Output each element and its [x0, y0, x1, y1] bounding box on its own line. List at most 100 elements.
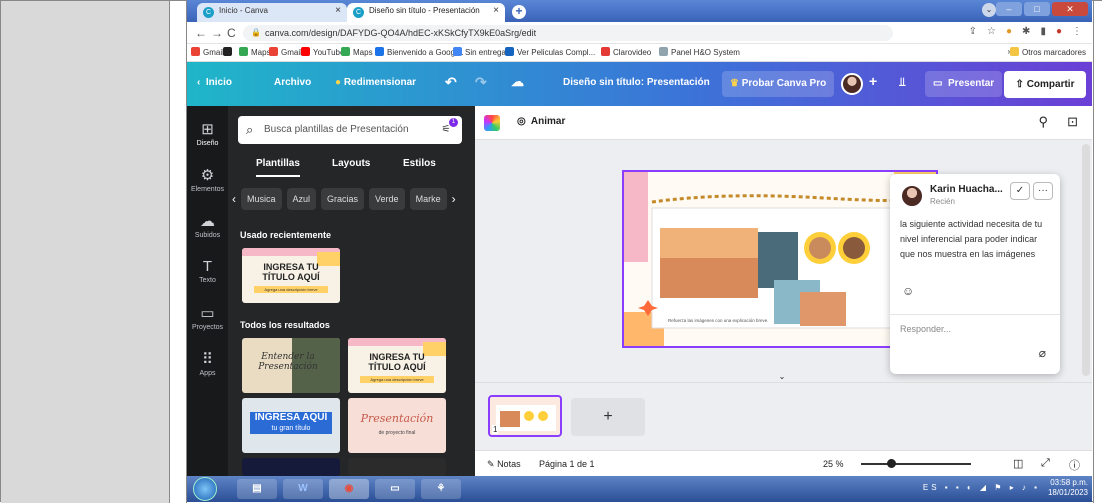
send-reply-icon[interactable]: ⌀ [1039, 346, 1046, 360]
template-thumbnail[interactable]: Entender la Presentación [242, 338, 340, 393]
try-pro-button[interactable]: ♛ Probar Canva Pro [722, 71, 835, 97]
clock[interactable]: 03:58 p.m. 18/01/2023 [1048, 478, 1088, 498]
document-title[interactable]: Diseño sin título: Presentación [563, 77, 710, 88]
bookmark-item[interactable]: Clarovideo [601, 47, 651, 57]
chevron-left-icon[interactable]: ‹ [232, 188, 236, 214]
language-indicator[interactable]: ES [923, 483, 940, 492]
side-nav-texto[interactable]: T Texto [187, 258, 228, 284]
resize-button[interactable]: ● Redimensionar [335, 77, 416, 88]
chevron-down-icon[interactable]: ⌄ [775, 372, 789, 382]
minimize-button[interactable]: – [996, 2, 1022, 16]
zoom-percent[interactable]: 25 % [823, 459, 844, 469]
file-explorer-icon[interactable]: ▤ [237, 479, 277, 499]
color-palette-icon[interactable] [484, 115, 500, 131]
resolve-check-icon[interactable]: ✓ [1010, 182, 1030, 200]
help-icon[interactable]: ⓘ [1069, 457, 1080, 473]
chip-marke[interactable]: Marke [409, 188, 447, 210]
bookmark-item[interactable]: Bienvenido a Googl... [375, 47, 464, 57]
url-field[interactable]: 🔒 canva.com/design/DAFYDG-QO4A/hdEC-xKSk… [243, 25, 893, 41]
menu-kebab-icon[interactable]: ⋮ [1072, 26, 1082, 37]
zoom-slider-track[interactable] [861, 463, 971, 465]
back-arrow-icon[interactable]: ← [195, 26, 207, 40]
redo-icon[interactable]: ↷ [475, 74, 487, 91]
template-thumbnail[interactable] [242, 458, 340, 476]
bookmark-item[interactable]: Gmail [269, 47, 302, 57]
chip-verde[interactable]: Verde [369, 188, 405, 210]
add-page-button[interactable]: + [571, 398, 645, 436]
tab-diseno[interactable]: C Diseño sin título - Presentación × [347, 3, 505, 22]
page-indicator[interactable]: Página 1 de 1 [539, 459, 595, 469]
bookmark-item[interactable]: Ver Peliculas Compl... [505, 47, 595, 57]
add-collaborator-button[interactable]: + [869, 73, 877, 89]
paint-format-icon[interactable]: ⚲ [1038, 114, 1048, 130]
file-menu[interactable]: Archivo [274, 77, 311, 88]
template-thumbnail[interactable]: Presentación de proyecto final [348, 398, 446, 453]
side-nav-subidos[interactable]: ☁ Subidos [187, 212, 228, 239]
screen-icon[interactable]: ▭ [375, 479, 415, 499]
reload-icon[interactable]: C [227, 26, 236, 40]
close-window-button[interactable]: ✕ [1052, 2, 1088, 16]
template-search-input[interactable]: ⌕ Busca plantillas de Presentación ⚟ 1 [238, 116, 462, 144]
fullscreen-icon[interactable]: ⤢ [1041, 457, 1050, 470]
home-button[interactable]: ‹ Inicio [197, 77, 232, 88]
bookmark-item[interactable]: YouTube [301, 47, 344, 57]
puzzle-extension-icon[interactable]: ✱ [1022, 26, 1030, 37]
template-thumbnail[interactable]: INGRESA TU TÍTULO AQUÍ Agrega una descri… [348, 338, 446, 393]
lock-icon[interactable]: ⊡ [1067, 114, 1078, 130]
user-avatar[interactable] [841, 73, 863, 95]
page-count-icon[interactable]: ◫ [1013, 457, 1023, 470]
bookmark-star-icon[interactable]: ☆ [987, 26, 996, 37]
sidepanel-icon[interactable]: ▮ [1040, 26, 1046, 37]
present-button[interactable]: ▭ Presentar [925, 71, 1003, 97]
reply-input[interactable]: Responder... [900, 324, 951, 334]
more-options-icon[interactable]: ··· [1033, 182, 1053, 200]
tab-search-icon[interactable]: ⌄ [982, 3, 996, 17]
start-button[interactable] [193, 477, 217, 501]
editor-footer: ✎ Notas Página 1 de 1 25 % ◫ ⤢ ⓘ [475, 450, 1092, 476]
chrome-icon[interactable]: ◉ [329, 479, 369, 499]
close-tab-icon[interactable]: × [493, 5, 499, 16]
side-nav-diseño[interactable]: ⊞ Diseño [187, 120, 228, 147]
profile-avatar-icon[interactable]: ● [1056, 26, 1062, 37]
close-tab-icon[interactable]: × [335, 5, 341, 16]
tab-layouts[interactable]: Layouts [332, 158, 370, 169]
extension-icon[interactable]: ● [1006, 26, 1012, 37]
tab-plantillas[interactable]: Plantillas [256, 158, 300, 177]
forward-arrow-icon[interactable]: → [211, 26, 223, 40]
template-thumbnail[interactable] [348, 458, 446, 476]
share-button[interactable]: ⇧ Compartir [1004, 71, 1086, 98]
app-icon[interactable]: ⚘ [421, 479, 461, 499]
other-bookmarks-folder[interactable]: Otros marcadores [1009, 47, 1086, 57]
tab-estilos[interactable]: Estilos [403, 158, 436, 169]
share-page-icon[interactable]: ⇪ [969, 26, 977, 37]
chip-azul[interactable]: Azul [286, 188, 317, 210]
chip-gracias[interactable]: Gracias [321, 188, 365, 210]
bookmark-item[interactable]: Sin entregar [453, 47, 509, 57]
tab-inicio-canva[interactable]: C Inicio - Canva × [197, 3, 347, 22]
animate-button[interactable]: ◎ Animar [517, 116, 565, 127]
zoom-slider-thumb[interactable] [887, 459, 896, 468]
chip-musica[interactable]: Musica [241, 188, 282, 210]
emoji-reaction-icon[interactable]: ☺ [902, 284, 914, 298]
template-thumbnail[interactable]: INGRESA AQUÍ tu gran título [242, 398, 340, 453]
new-tab-button[interactable]: + [512, 5, 526, 19]
template-thumbnail[interactable]: INGRESA TU TÍTULO AQUÍ Agrega una descri… [242, 248, 340, 303]
notes-button[interactable]: ✎ Notas [487, 459, 521, 470]
maximize-button[interactable]: □ [1024, 2, 1050, 16]
side-nav-elementos[interactable]: ⚙ Elementos [187, 166, 228, 193]
word-icon[interactable]: W [283, 479, 323, 499]
bookmark-item[interactable]: Gmail [191, 47, 224, 57]
insights-chart-icon[interactable]: ⫫ [899, 75, 906, 90]
clock-date: 18/01/2023 [1047, 488, 1088, 497]
side-nav-proyectos[interactable]: ▭ Proyectos [187, 304, 228, 331]
bookmark-item[interactable]: Panel H&O System [659, 47, 740, 57]
page-thumbnail[interactable]: 1 [488, 395, 562, 437]
bookmark-item[interactable]: Maps [341, 47, 373, 57]
editor-scrollbar[interactable] [1082, 144, 1090, 376]
chevron-right-icon[interactable]: › [452, 188, 456, 214]
side-nav-apps[interactable]: ⠿ Apps [187, 350, 228, 377]
text-icon: T [202, 258, 213, 275]
bookmark-item[interactable] [223, 47, 235, 57]
undo-icon[interactable]: ↶ [445, 74, 457, 91]
bookmark-item[interactable]: Maps [239, 47, 271, 57]
